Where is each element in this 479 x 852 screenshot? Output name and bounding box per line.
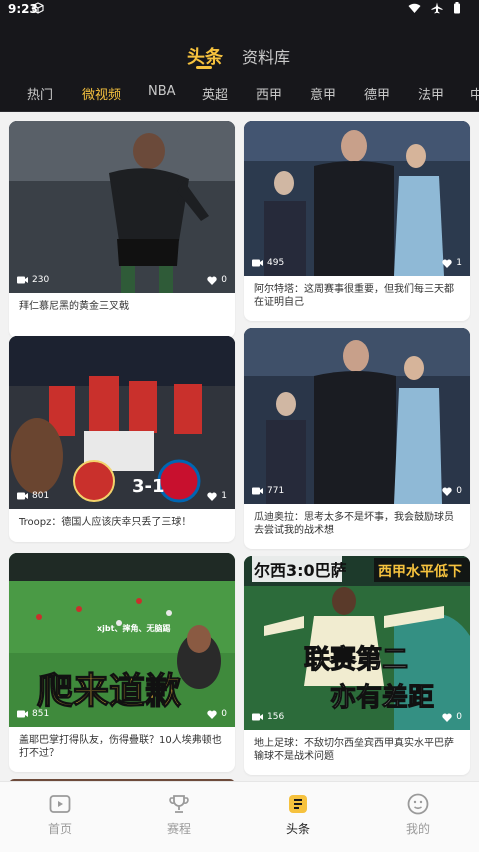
top-header: 9:23 头条 资料库 热门 微视频 NBA 英超 西甲 意甲 德甲 法甲 中 (0, 0, 479, 112)
sub-tab-bundesliga[interactable]: 德甲 (364, 84, 390, 103)
airplane-icon (431, 2, 443, 14)
sub-tab-more[interactable]: 中 (470, 84, 479, 103)
overlay-subheadline: 亦有差距 (330, 682, 434, 713)
match-image: xjbt、摔角、无脑踢 爬来道歉 (9, 553, 235, 727)
view-count: 801 (32, 491, 50, 501)
video-camera-icon (252, 259, 263, 267)
nav-schedule[interactable]: 赛程 (149, 792, 209, 837)
heart-icon[interactable] (207, 492, 217, 501)
view-count: 230 (32, 275, 50, 285)
match-image: 尔西3:0巴萨 西甲水平低下 联赛第二 亦有差距 (244, 556, 470, 730)
sub-tab-hot[interactable]: 热门 (27, 84, 53, 103)
nav-headlines-label: 头条 (285, 822, 310, 836)
view-count: 156 (267, 712, 285, 722)
nav-home[interactable]: 首页 (30, 792, 90, 837)
video-title[interactable]: 瓜迪奥拉：思考太多不是坏事，我会鼓励球员去尝试我的战术想 (244, 504, 470, 549)
wifi-icon (408, 3, 421, 13)
video-thumbnail[interactable]: 3-1 801 1 (9, 336, 235, 509)
view-count: 771 (267, 486, 285, 496)
video-feed: 230 0 拜仁慕尼黑的黄金三叉戟 495 1 阿尔特塔：这周赛事很重要，但我们… (0, 112, 479, 782)
nav-schedule-label: 赛程 (166, 822, 191, 836)
video-thumbnail[interactable]: 771 0 (244, 328, 470, 504)
sub-tab-ligue-1[interactable]: 法甲 (418, 84, 444, 103)
video-card[interactable]: 3-1 801 1 Troopz：德国人应该庆幸只丢了三球！ (9, 336, 235, 542)
video-title[interactable]: 盖耶巴掌打得队友，伤得疊联？10人埃弗顿也打不过？ (9, 727, 235, 772)
view-count: 495 (267, 258, 285, 268)
cube-icon (32, 2, 44, 14)
video-title[interactable]: 阿尔特塔：这周赛事很重要，但我们每三天都在证明自己 (244, 276, 470, 321)
like-count: 1 (221, 491, 227, 501)
video-thumbnail[interactable]: 230 0 (9, 121, 235, 293)
like-count: 0 (456, 486, 462, 496)
overlay-subtext: xjbt、摔角、无脑踢 (97, 623, 170, 633)
bottom-navigation: 首页 赛程 头条 我的 (0, 781, 479, 852)
video-camera-icon (252, 487, 263, 495)
news-icon (289, 795, 307, 813)
video-title[interactable]: 拜仁慕尼黑的黄金三叉戟 (9, 293, 235, 338)
like-count: 0 (221, 275, 227, 285)
heart-icon[interactable] (442, 487, 452, 496)
like-count: 1 (456, 258, 462, 268)
video-title[interactable]: 地上足球：不敌切尔西垒宾西甲真实水平巴萨输球不是战术问题 (244, 730, 470, 775)
nav-profile[interactable]: 我的 (388, 792, 448, 837)
video-card[interactable]: 尔西3:0巴萨 西甲水平低下 联赛第二 亦有差距 156 0 地上足球：不敌切尔… (244, 556, 470, 775)
video-card[interactable]: xjbt、摔角、无脑踢 爬来道歉 851 0 盖耶巴掌打得队友，伤得疊联？10人… (9, 553, 235, 772)
status-bar: 9:23 (0, 0, 479, 20)
overlay-headline: 联赛第二 (304, 644, 408, 675)
sub-tab-premier-league[interactable]: 英超 (202, 84, 228, 103)
battery-icon (454, 2, 460, 14)
video-camera-icon (17, 276, 28, 284)
sub-tab-la-liga[interactable]: 西甲 (256, 84, 282, 103)
tab-database[interactable]: 资料库 (242, 44, 290, 68)
video-camera-icon (17, 492, 28, 500)
trophy-icon (169, 795, 189, 813)
video-card[interactable]: 771 0 瓜迪奥拉：思考太多不是坏事，我会鼓励球员去尝试我的战术想 (244, 328, 470, 549)
video-title[interactable]: Troopz：德国人应该庆幸只丢了三球！ (9, 509, 235, 542)
like-count: 0 (456, 712, 462, 722)
overlay-headline: 爬来道歉 (37, 671, 181, 712)
heart-icon[interactable] (207, 276, 217, 285)
video-thumbnail[interactable]: 495 1 (244, 121, 470, 276)
sub-tab-micro-video[interactable]: 微视频 (82, 84, 121, 103)
view-count: 851 (32, 709, 50, 719)
video-card[interactable]: 495 1 阿尔特塔：这周赛事很重要，但我们每三天都在证明自己 (244, 121, 470, 321)
nav-profile-label: 我的 (405, 822, 430, 836)
sub-tab-nba[interactable]: NBA (148, 84, 176, 99)
overlay-label: 西甲水平低下 (378, 563, 462, 580)
nav-headlines[interactable]: 头条 (268, 792, 328, 837)
celebration-image: 3-1 (9, 336, 235, 509)
heart-icon[interactable] (442, 713, 452, 722)
sub-tab-serie-a[interactable]: 意甲 (310, 84, 336, 103)
video-card[interactable]: 230 0 拜仁慕尼黑的黄金三叉戟 (9, 121, 235, 338)
heart-icon[interactable] (442, 259, 452, 268)
like-count: 0 (221, 709, 227, 719)
active-tab-indicator (196, 66, 212, 69)
nav-home-label: 首页 (47, 822, 72, 836)
video-thumbnail[interactable]: 尔西3:0巴萨 西甲水平低下 联赛第二 亦有差距 156 0 (244, 556, 470, 730)
coach-image (244, 121, 470, 276)
video-thumbnail[interactable]: xjbt、摔角、无脑踢 爬来道歉 851 0 (9, 553, 235, 727)
video-camera-icon (252, 713, 263, 721)
coach-image (244, 328, 470, 504)
player-image (9, 121, 235, 293)
category-tabs: 热门 微视频 NBA 英超 西甲 意甲 德甲 法甲 中 (0, 84, 479, 104)
video-icon (49, 795, 71, 813)
heart-icon[interactable] (207, 710, 217, 719)
overlay-score: 尔西3:0巴萨 (254, 561, 347, 580)
video-camera-icon (17, 710, 28, 718)
main-tabs: 头条 资料库 (0, 40, 479, 80)
face-icon (407, 793, 429, 815)
